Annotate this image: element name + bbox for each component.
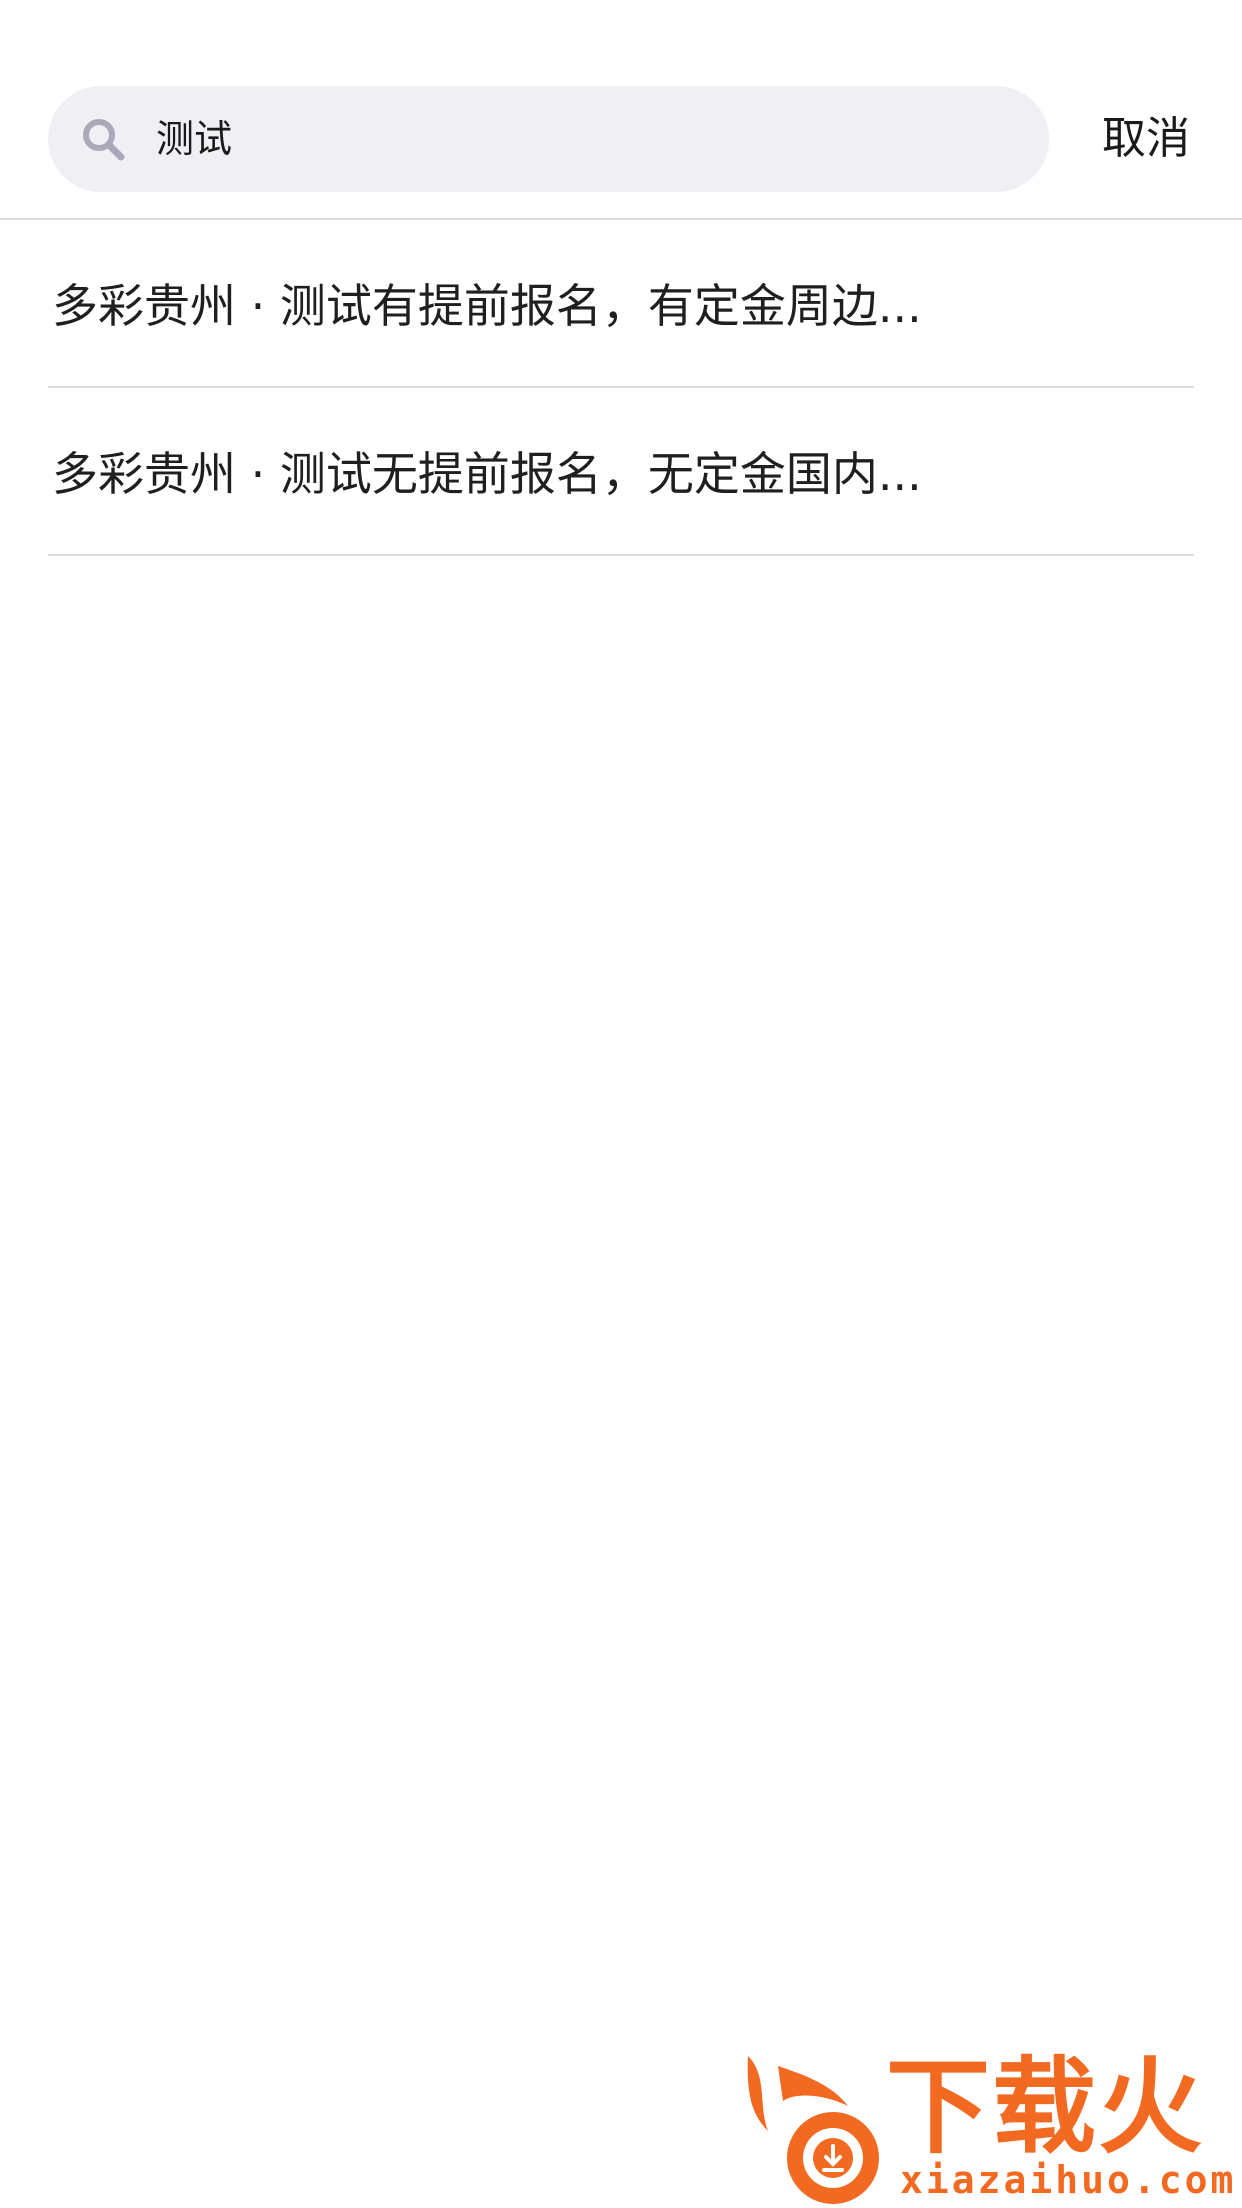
result-item[interactable]: 多彩贵州 · 测试无提前报名，无定金国内...: [48, 388, 1194, 556]
watermark: 下载火 xiazaihuo.com: [738, 2046, 1238, 2208]
search-box[interactable]: [48, 86, 1049, 192]
search-icon: [78, 114, 128, 164]
cancel-button[interactable]: 取消: [1102, 86, 1190, 192]
flame-logo-icon: [747, 2056, 879, 2204]
result-item-label: 多彩贵州 · 测试无提前报名，无定金国内...: [52, 447, 922, 501]
search-header: 取消: [0, 0, 1242, 220]
search-results-list: 多彩贵州 · 测试有提前报名，有定金周边... 多彩贵州 · 测试无提前报名，无…: [48, 220, 1194, 556]
result-item[interactable]: 多彩贵州 · 测试有提前报名，有定金周边...: [48, 220, 1194, 388]
search-input[interactable]: [156, 86, 1016, 192]
result-item-label: 多彩贵州 · 测试有提前报名，有定金周边...: [52, 279, 922, 333]
watermark-url: xiazaihuo.com: [900, 2158, 1237, 2202]
watermark-brand: 下载火: [886, 2046, 1205, 2168]
